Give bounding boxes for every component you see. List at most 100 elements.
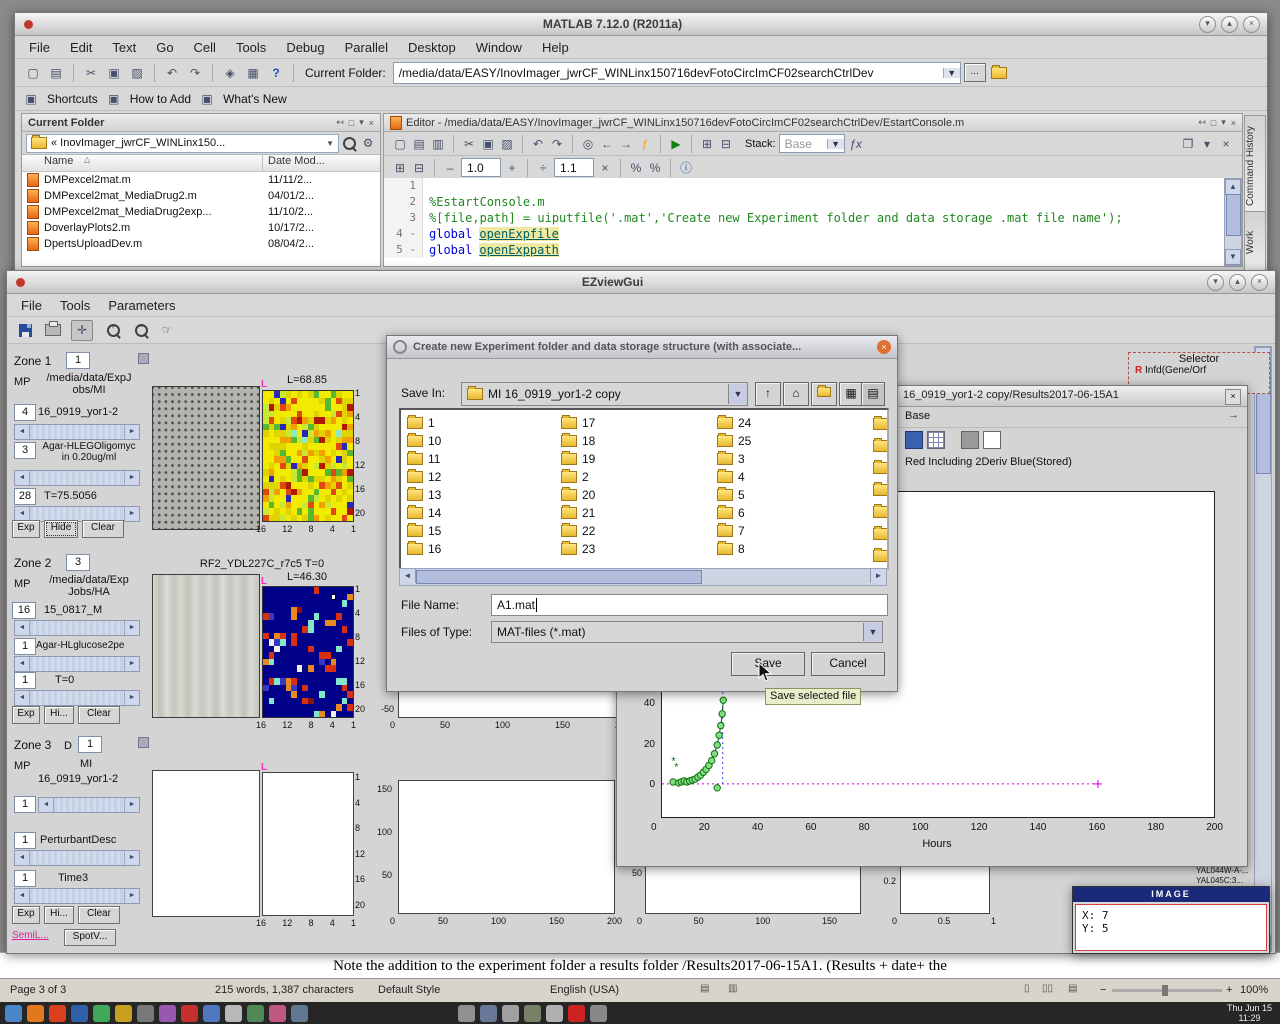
- view-single-icon[interactable]: ▯: [1024, 983, 1030, 994]
- zoom-in-icon[interactable]: +: [1226, 984, 1232, 996]
- date-column-header[interactable]: Date Mod...: [268, 155, 325, 167]
- folder-item[interactable]: 24: [717, 414, 867, 432]
- taskbar-icon[interactable]: [590, 1005, 607, 1022]
- save-in-combo[interactable]: MI 16_0919_yor1-2 copy ▼: [461, 382, 748, 406]
- new-icon[interactable]: ▢: [392, 134, 408, 153]
- file-row[interactable]: DMPexcel2mat.m 11/11/2...: [22, 172, 380, 188]
- zone2-slider-3[interactable]: ◄►: [14, 690, 140, 706]
- taskbar-icon[interactable]: [546, 1005, 563, 1022]
- divide-icon[interactable]: ÷: [535, 158, 551, 177]
- chevron-down-icon[interactable]: ▼: [728, 384, 747, 404]
- zone1-hide-button[interactable]: Hide: [44, 520, 78, 538]
- gear-icon[interactable]: ⚙: [360, 134, 376, 153]
- zone3-slider-3[interactable]: ◄►: [14, 888, 140, 904]
- zone2-media-index[interactable]: 1: [14, 638, 36, 655]
- decrease-icon[interactable]: –: [442, 158, 458, 177]
- zone2-spinner[interactable]: 3: [66, 554, 90, 571]
- help-icon[interactable]: ?: [266, 63, 286, 82]
- chevron-down-icon[interactable]: ▼: [943, 68, 960, 78]
- dock-icon[interactable]: ↤: [1198, 117, 1206, 128]
- selection-mode-icon[interactable]: ▤: [700, 983, 709, 994]
- chevron-down-icon[interactable]: ▼: [326, 139, 334, 148]
- folder-item[interactable]: 13: [407, 486, 557, 504]
- cell-insert-icon[interactable]: ⊟: [718, 134, 734, 153]
- multiply-icon[interactable]: ×: [597, 158, 613, 177]
- folder-item[interactable]: 17: [561, 414, 711, 432]
- close-icon[interactable]: ×: [369, 118, 374, 128]
- zoom-slider-thumb[interactable]: [1162, 985, 1168, 996]
- find-icon[interactable]: ◎: [580, 134, 596, 153]
- ezview-scrollbar[interactable]: ▲ ▼: [1254, 346, 1272, 952]
- results-tool-table-icon[interactable]: [927, 431, 945, 449]
- copy-icon[interactable]: ▣: [104, 63, 124, 82]
- folder-item[interactable]: 12: [407, 468, 557, 486]
- results-tool-frame-icon[interactable]: [983, 431, 1001, 449]
- breakpoint-icon[interactable]: ƒ: [637, 134, 653, 153]
- cell-divider-icon[interactable]: ⊟: [411, 158, 427, 177]
- zone1-grid-icon[interactable]: [138, 353, 149, 364]
- view-multi-icon[interactable]: ▯▯: [1042, 983, 1053, 994]
- insert-cell-icon[interactable]: ⊞: [392, 158, 408, 177]
- taskbar-icon[interactable]: [524, 1005, 541, 1022]
- folder-item[interactable]: 14: [407, 504, 557, 522]
- select-tool-icon[interactable]: ✛: [71, 320, 93, 341]
- file-row[interactable]: DoverlayPlots2.m 10/17/2...: [22, 220, 380, 236]
- selector-r[interactable]: R: [1135, 365, 1142, 376]
- taskbar-icon[interactable]: [71, 1005, 88, 1022]
- lock-axis-icon[interactable]: L: [261, 379, 267, 390]
- undo-icon[interactable]: ↶: [530, 134, 546, 153]
- menu-icon[interactable]: ▾: [1221, 117, 1226, 128]
- cell-run-icon[interactable]: ⊞: [699, 134, 715, 153]
- guide-icon[interactable]: ▦: [243, 63, 263, 82]
- taskbar-icon[interactable]: [502, 1005, 519, 1022]
- language-selector[interactable]: English (USA): [550, 984, 619, 996]
- results-tool-blue-icon[interactable]: [905, 431, 923, 449]
- copy-icon[interactable]: ▣: [480, 134, 496, 153]
- fx-icon[interactable]: ƒx: [848, 134, 864, 153]
- menu-item[interactable]: Text: [112, 40, 136, 55]
- folder-item[interactable]: 20: [561, 486, 711, 504]
- restore-icon[interactable]: □: [349, 118, 354, 128]
- zone1-time-index[interactable]: 28: [14, 488, 36, 505]
- save-icon[interactable]: [15, 321, 35, 340]
- editor-layout-icon[interactable]: ❐: [1180, 134, 1196, 153]
- dialog-titlebar[interactable]: Create new Experiment folder and data st…: [387, 336, 897, 359]
- selector-label[interactable]: Infd(Gene/Orf: [1145, 365, 1206, 376]
- print-icon[interactable]: [43, 321, 63, 340]
- stack-combo[interactable]: Base ▼: [779, 134, 845, 153]
- zone2-mp-index[interactable]: 16: [12, 602, 36, 619]
- folder-list[interactable]: 110111213141516 171819220212223 24253456…: [399, 408, 889, 570]
- taskbar-icon[interactable]: [291, 1005, 308, 1022]
- zoom-out-icon[interactable]: −: [129, 321, 149, 340]
- new-folder-button[interactable]: [811, 382, 837, 406]
- results-tool-gray-icon[interactable]: [961, 431, 979, 449]
- zone3-pert-index[interactable]: 1: [14, 832, 36, 849]
- taskbar-icon[interactable]: [568, 1005, 585, 1022]
- zone1-media-index[interactable]: 3: [14, 442, 36, 459]
- page-style[interactable]: Default Style: [378, 984, 440, 996]
- menu-item[interactable]: Cell: [194, 40, 216, 55]
- plate-image-zone1[interactable]: [152, 386, 260, 530]
- zone2-slider-1[interactable]: ◄►: [14, 620, 140, 636]
- redo-icon[interactable]: ↷: [549, 134, 565, 153]
- folder-item[interactable]: 16: [407, 540, 557, 558]
- ezview-titlebar[interactable]: EZviewGui ▾ ▴ ×: [7, 271, 1275, 294]
- browse-folder-button[interactable]: ...: [964, 63, 986, 82]
- files-of-type-combo[interactable]: MAT-files (*.mat) ▼: [491, 621, 883, 643]
- cut-icon[interactable]: ✂: [461, 134, 477, 153]
- menu-icon[interactable]: ▾: [359, 117, 364, 128]
- zone2-slider-2[interactable]: ◄►: [14, 656, 140, 672]
- taskbar-icon[interactable]: [49, 1005, 66, 1022]
- zone3-grid-icon[interactable]: [138, 737, 149, 748]
- new-file-icon[interactable]: ▢: [23, 63, 43, 82]
- folder-item[interactable]: 3: [717, 450, 867, 468]
- zone3-slider-2[interactable]: ◄►: [14, 850, 140, 866]
- zone1-mp-index[interactable]: 4: [14, 404, 36, 421]
- zone3-hide-button[interactable]: Hi...: [44, 906, 74, 924]
- document-strip[interactable]: Note the addition to the experiment fold…: [0, 952, 1280, 979]
- cell-value1-field[interactable]: 1.0: [461, 158, 501, 177]
- redo-icon[interactable]: ↷: [185, 63, 205, 82]
- scroll-right-icon[interactable]: ►: [870, 569, 886, 583]
- folder-list-hscrollbar[interactable]: ◄ ►: [399, 568, 887, 586]
- zone3-mp-index[interactable]: 1: [14, 796, 36, 813]
